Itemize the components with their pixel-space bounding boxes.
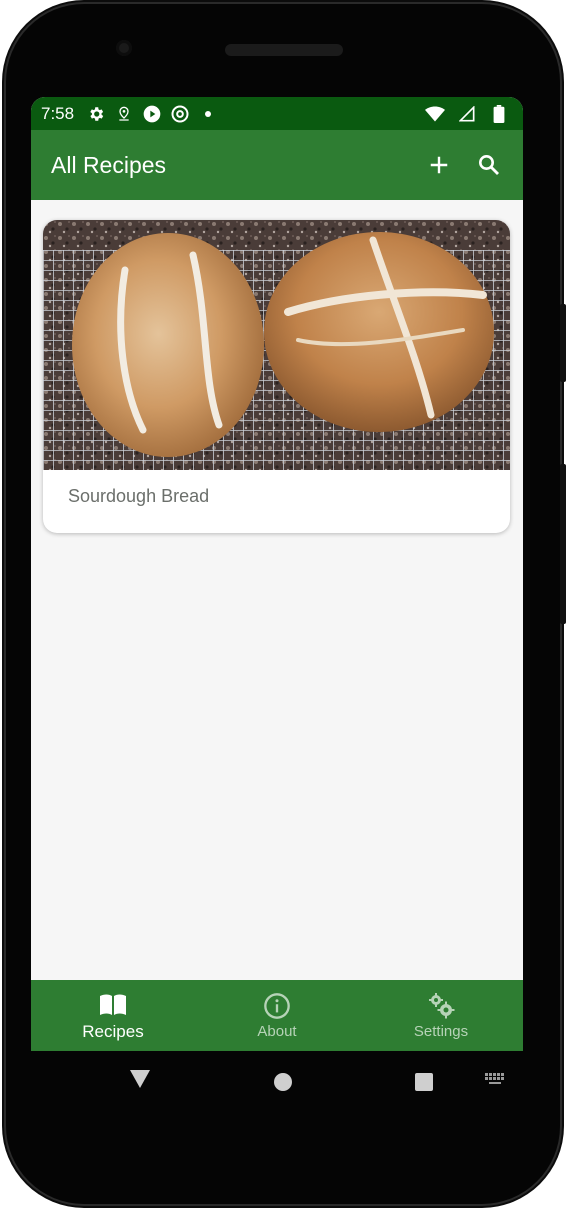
cell-signal-icon xyxy=(455,102,479,126)
location-pin-icon xyxy=(112,102,136,126)
bottom-navigation: Recipes About Settings xyxy=(31,980,523,1051)
gear-icon xyxy=(84,102,108,126)
info-icon xyxy=(262,991,292,1021)
nav-recipes[interactable]: Recipes xyxy=(31,980,195,1051)
page-title: All Recipes xyxy=(51,151,167,178)
back-button[interactable] xyxy=(129,1069,151,1089)
app-bar-actions xyxy=(409,145,509,185)
front-camera xyxy=(116,40,132,56)
gears-icon xyxy=(426,991,456,1021)
status-right-group xyxy=(423,102,515,126)
nav-about[interactable]: About xyxy=(195,980,359,1051)
nav-about-label: About xyxy=(257,1023,297,1040)
home-button[interactable] xyxy=(273,1072,293,1092)
battery-icon xyxy=(487,102,511,126)
keyboard-icon xyxy=(485,1073,504,1084)
status-time: 7:58 xyxy=(41,103,75,123)
add-icon xyxy=(430,156,448,174)
earpiece-speaker xyxy=(225,44,343,56)
app-bar: All Recipes xyxy=(31,130,523,200)
book-icon xyxy=(98,990,128,1020)
search-icon xyxy=(479,155,499,175)
recipe-list: Sourdough Bread xyxy=(31,200,523,980)
recents-button[interactable] xyxy=(414,1072,434,1092)
recipe-card[interactable]: Sourdough Bread xyxy=(43,220,510,533)
recents-square-icon xyxy=(415,1073,433,1091)
play-circle-icon xyxy=(140,102,164,126)
bread-photo xyxy=(43,220,510,470)
nav-settings-label: Settings xyxy=(413,1023,469,1040)
keyboard-button[interactable] xyxy=(485,1073,505,1087)
recipe-title: Sourdough Bread xyxy=(68,486,210,506)
search-button[interactable] xyxy=(469,145,509,185)
add-recipe-button[interactable] xyxy=(419,145,459,185)
nav-settings[interactable]: Settings xyxy=(359,980,523,1051)
dot-icon xyxy=(196,102,220,126)
power-button xyxy=(560,304,566,382)
status-bar: 7:58 xyxy=(31,97,523,130)
home-circle-icon xyxy=(274,1073,292,1091)
at-sign-icon xyxy=(168,102,192,126)
volume-button xyxy=(560,464,566,624)
screen: 7:58 All Recipes Sourdough Bread Recipes… xyxy=(31,97,523,1051)
wifi-icon xyxy=(423,102,447,126)
system-navigation-bar xyxy=(31,1051,523,1109)
nav-recipes-label: Recipes xyxy=(82,1021,144,1041)
back-triangle-icon xyxy=(130,1070,150,1088)
